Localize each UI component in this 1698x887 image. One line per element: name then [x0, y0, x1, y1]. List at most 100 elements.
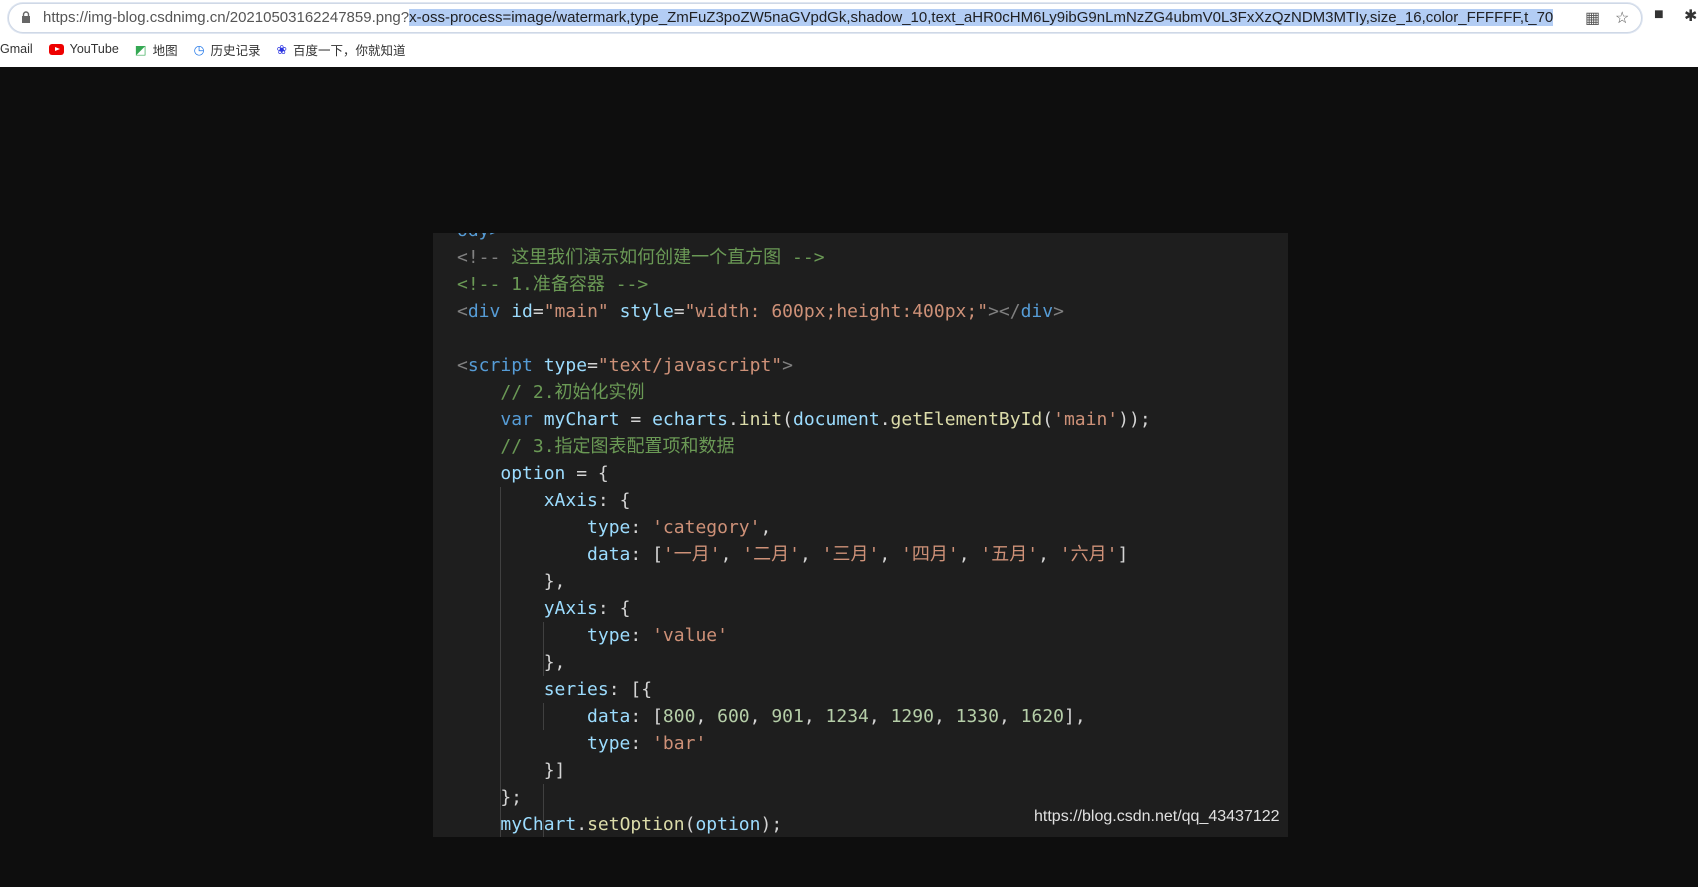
code-token: (	[782, 409, 793, 430]
bookmark-label: 百度一下，你就知道	[293, 43, 406, 58]
code-line: <script type="text/javascript">	[457, 352, 1151, 379]
code-line: data: [800, 600, 901, 1234, 1290, 1330, …	[457, 703, 1151, 730]
code-token: option	[695, 814, 761, 835]
code-token: 1234	[825, 706, 869, 727]
code-token: : [	[630, 544, 663, 565]
bookmark-maps[interactable]: ◩ 地图	[135, 40, 178, 59]
bookmark-baidu[interactable]: ❀ 百度一下，你就知道	[277, 40, 406, 59]
code-token: : {	[597, 490, 631, 511]
code-token: );	[760, 814, 783, 835]
code-token: div	[467, 301, 512, 322]
code-token: : {	[597, 598, 631, 619]
code-token: '四月'	[901, 544, 959, 565]
code-block: ody> <!-- 这里我们演示如何创建一个直方图 --> <!-- 1.准备容器 …	[457, 233, 1151, 837]
code-token: option	[500, 463, 566, 484]
code-token: 'bar'	[652, 733, 707, 754]
code-token: =	[673, 301, 685, 322]
code-token: 600	[717, 706, 750, 727]
bookmark-history[interactable]: ◷ 历史记录	[194, 40, 261, 59]
code-token: // 3.指定图表配置项和数据	[500, 436, 735, 457]
code-token: getElementById	[890, 409, 1043, 430]
bookmarks-bar: Gmail YouTube ◩ 地图 ◷ 历史记录 ❀ 百度一下，你就知道	[0, 38, 422, 60]
code-token: =	[619, 409, 653, 430]
code-token: "width: 600px;height:400px;"	[684, 301, 989, 322]
code-token: ));	[1118, 409, 1151, 430]
code-token: 'main'	[1053, 409, 1119, 430]
code-token: '五月'	[980, 544, 1039, 565]
code-token: ,	[760, 517, 772, 538]
lock-icon[interactable]	[21, 11, 31, 23]
code-token: : [{	[608, 679, 653, 700]
url-text[interactable]: https://img-blog.csdnimg.cn/202105031622…	[43, 9, 1554, 26]
code-token: (	[1042, 409, 1054, 430]
star-icon[interactable]: ☆	[1615, 8, 1629, 28]
code-line: <div id="main" style="width: 600px;heigh…	[457, 298, 1151, 325]
code-line: yAxis: {	[457, 595, 1151, 622]
qr-code-icon[interactable]: ▦	[1585, 8, 1600, 28]
code-token: 1290	[890, 706, 934, 727]
code-token: :	[630, 733, 653, 754]
code-token: 1330	[955, 706, 999, 727]
watermark: https://blog.csdn.net/qq_43437122	[1034, 808, 1280, 825]
code-token: : [	[630, 706, 663, 727]
code-token: .	[727, 409, 739, 430]
code-token: ,	[998, 706, 1021, 727]
extension-icon[interactable]: ■	[1654, 6, 1664, 24]
code-token: <	[457, 355, 468, 376]
code-token: .	[879, 409, 891, 430]
code-token: },	[457, 571, 566, 592]
code-token: 这里我们演示如何创建一个直方图 -->	[511, 247, 825, 268]
code-token: myChart	[543, 409, 620, 430]
bookmark-youtube[interactable]: YouTube	[48, 42, 119, 56]
code-token: (	[684, 814, 696, 835]
code-token: "text/javascript"	[597, 355, 783, 376]
code-token: '一月'	[662, 544, 721, 565]
code-token: script	[467, 355, 544, 376]
bookmark-label: 地图	[152, 43, 178, 58]
code-token: 1620	[1020, 706, 1065, 727]
code-token: ,	[720, 544, 743, 565]
code-token: myChart	[500, 814, 577, 835]
code-line: type: 'bar'	[457, 730, 1151, 757]
code-line: ody>	[457, 233, 1151, 244]
code-token: echarts	[652, 409, 728, 430]
code-token: =	[587, 355, 598, 376]
code-token: series	[543, 679, 609, 700]
code-token: xAxis	[543, 490, 598, 511]
code-line: // 2.初始化实例	[457, 379, 1151, 406]
code-line: data: ['一月', '二月', '三月', '四月', '五月', '六月…	[457, 541, 1151, 568]
code-token: ,	[695, 706, 718, 727]
bookmark-label: YouTube	[69, 42, 119, 56]
bookmark-gmail[interactable]: Gmail	[0, 42, 33, 56]
url-selected: x-oss-process=image/watermark,type_ZmFuZ…	[409, 9, 1554, 26]
address-bar[interactable]: https://img-blog.csdnimg.cn/202105031622…	[8, 3, 1642, 33]
code-token: ,	[803, 706, 826, 727]
code-token: // 2.初始化实例	[500, 382, 645, 403]
code-token: "main"	[543, 301, 620, 322]
maps-icon: ◩	[134, 42, 147, 57]
code-token: ,	[933, 706, 956, 727]
code-token: :	[630, 517, 653, 538]
code-line: type: 'category',	[457, 514, 1151, 541]
puzzle-icon[interactable]: ✱	[1684, 6, 1697, 26]
code-token: data	[587, 544, 631, 565]
code-token: div	[1020, 301, 1054, 322]
code-token: };	[457, 787, 523, 808]
code-line: <!-- 1.准备容器 -->	[457, 271, 1151, 298]
code-token: type	[587, 625, 631, 646]
code-line: // 3.指定图表配置项和数据	[457, 433, 1151, 460]
code-line: type: 'value'	[457, 622, 1151, 649]
code-token: '二月'	[742, 544, 800, 565]
code-token: 901	[771, 706, 804, 727]
code-line: option = {	[457, 460, 1151, 487]
code-token: ody>	[457, 233, 500, 241]
code-token: ],	[1064, 706, 1086, 727]
